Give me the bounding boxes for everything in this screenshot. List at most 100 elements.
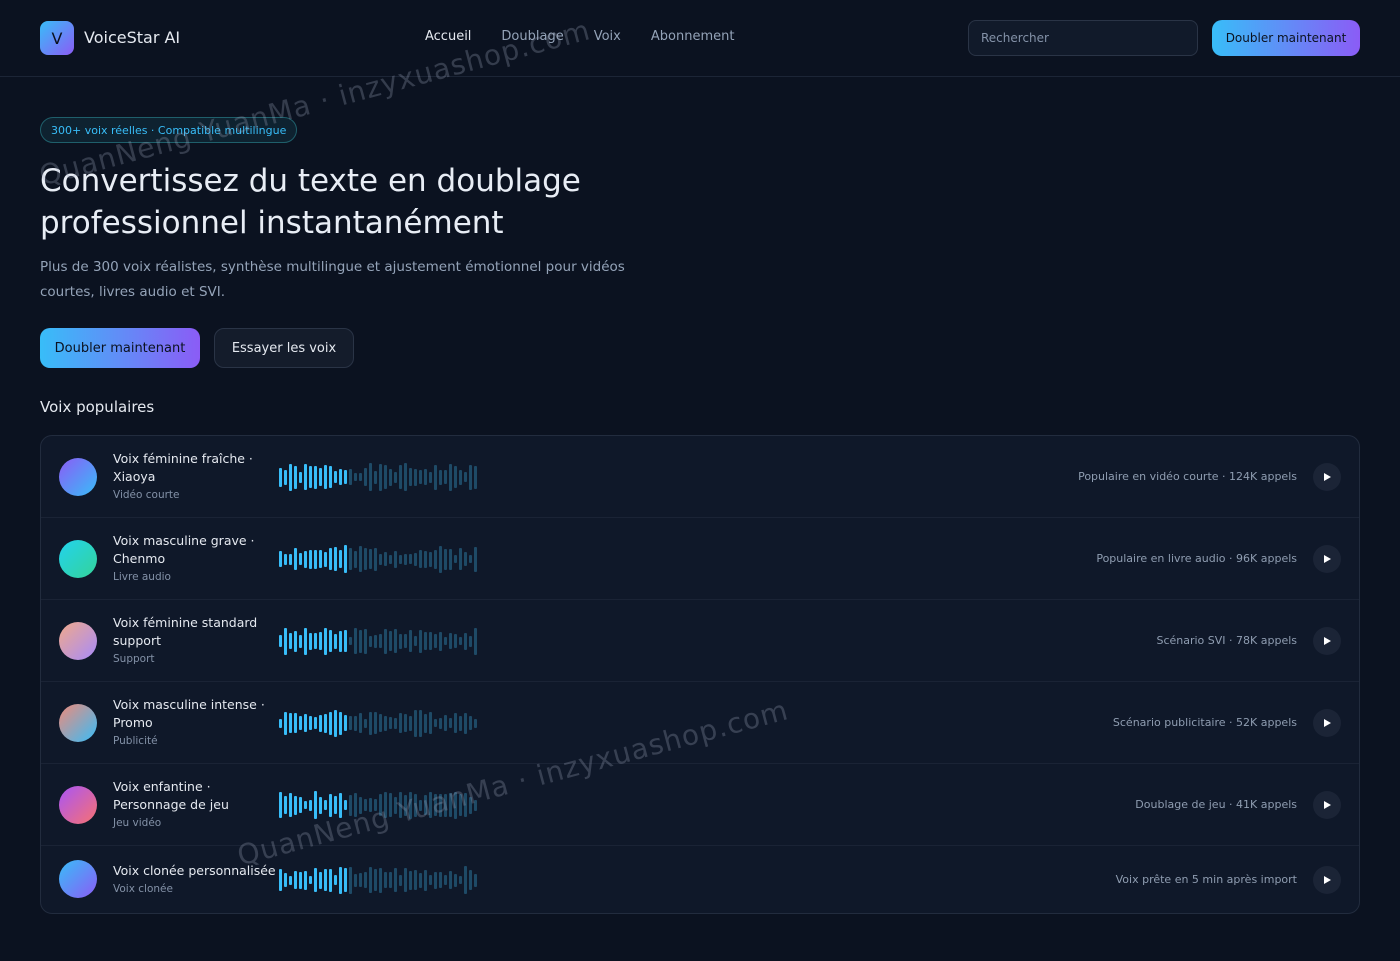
- waveform-bar: [319, 468, 322, 486]
- waveform-bar: [424, 713, 427, 733]
- waveform-bar: [429, 551, 432, 567]
- waveform-bar: [459, 876, 462, 884]
- play-button[interactable]: [1313, 463, 1341, 491]
- waveform-bar: [319, 714, 322, 732]
- voice-row[interactable]: Voix clonée personnalisée Voix clonée Vo…: [41, 846, 1359, 913]
- waveform-bar: [464, 793, 467, 817]
- waveform-bar: [304, 550, 307, 568]
- waveform-bar: [379, 463, 382, 491]
- waveform-bar: [429, 471, 432, 483]
- play-button[interactable]: [1313, 627, 1341, 655]
- waveform-bar: [404, 868, 407, 892]
- waveform-bar: [314, 465, 317, 489]
- waveform-bar: [374, 634, 377, 648]
- waveform-bar: [444, 637, 447, 645]
- logo-icon[interactable]: V: [40, 21, 74, 55]
- waveform-bar: [404, 553, 407, 565]
- waveform-bar: [389, 717, 392, 729]
- waveform-bar: [444, 548, 447, 570]
- waveform-bar: [389, 631, 392, 651]
- waveform-bar: [364, 468, 367, 486]
- voice-name: Voix enfantine · Personnage de jeu: [113, 779, 229, 812]
- waveform-bar: [349, 794, 352, 816]
- waveform-bar: [309, 632, 312, 650]
- waveform-bar: [439, 545, 442, 573]
- waveform-bar: [444, 793, 447, 817]
- waveform-bar: [464, 632, 467, 650]
- waveform-bar: [334, 633, 337, 649]
- waveform-bar: [419, 872, 422, 888]
- brand-name[interactable]: VoiceStar AI: [84, 28, 180, 47]
- waveform-bar: [404, 634, 407, 648]
- waveform-bar: [424, 469, 427, 485]
- waveform-bar: [294, 713, 297, 733]
- waveform-bar: [329, 711, 332, 735]
- nav-accueil[interactable]: Accueil: [425, 29, 471, 44]
- try-voices-button[interactable]: Essayer les voix: [214, 328, 354, 368]
- waveform-bar: [344, 630, 347, 652]
- waveform-bar: [289, 713, 292, 733]
- voice-row[interactable]: Voix masculine grave · Chenmo Livre audi…: [41, 518, 1359, 600]
- hero-subtitle: Plus de 300 voix réalistes, synthèse mul…: [40, 259, 625, 300]
- waveform-bar: [409, 630, 412, 652]
- waveform-bar: [289, 553, 292, 565]
- waveform-bar: [414, 468, 417, 486]
- waveform-bar: [424, 869, 427, 891]
- waveform-bar: [349, 637, 352, 645]
- waveform-bar: [384, 465, 387, 489]
- waveform-bar: [434, 719, 437, 727]
- voice-meta: Scénario publicitaire · 52K appels: [1112, 716, 1297, 729]
- waveform-bar: [309, 549, 312, 569]
- voice-name: Voix clonée personnalisée: [113, 863, 276, 878]
- waveform-bar: [354, 873, 357, 887]
- waveform-bar: [299, 553, 302, 565]
- play-icon: [1324, 637, 1331, 645]
- play-button[interactable]: [1313, 866, 1341, 894]
- waveform-bar: [379, 867, 382, 893]
- waveform-bar: [419, 550, 422, 568]
- waveform-bar: [299, 471, 302, 483]
- waveform-bar: [464, 472, 467, 482]
- nav-doublage[interactable]: Doublage: [501, 29, 563, 44]
- waveform-bar: [359, 629, 362, 653]
- play-button[interactable]: [1313, 545, 1341, 573]
- voice-avatar: [59, 540, 97, 578]
- waveform-bar: [314, 633, 317, 649]
- waveform-bar: [284, 553, 287, 565]
- popular-voices-title: Voix populaires: [40, 398, 155, 416]
- waveform-bar: [329, 868, 332, 892]
- waveform-bar: [324, 627, 327, 655]
- waveform-bar: [419, 799, 422, 811]
- play-button[interactable]: [1313, 709, 1341, 737]
- waveform-bar: [374, 799, 377, 811]
- waveform-bar: [279, 635, 282, 647]
- waveform-bar: [424, 795, 427, 815]
- voice-row[interactable]: Voix masculine intense · Promo Publicité…: [41, 682, 1359, 764]
- waveform-bar: [324, 465, 327, 489]
- play-button[interactable]: [1313, 791, 1341, 819]
- voice-row[interactable]: Voix féminine fraîche · Xiaoya Vidéo cou…: [41, 436, 1359, 518]
- waveform-bar: [294, 548, 297, 570]
- waveform-bar: [344, 800, 347, 810]
- waveform-bar: [394, 550, 397, 568]
- waveform-bar: [309, 466, 312, 488]
- nav-abonnement[interactable]: Abonnement: [651, 29, 735, 44]
- waveform-bar: [399, 874, 402, 886]
- header-dub-now-button[interactable]: Doubler maintenant: [1212, 20, 1360, 56]
- waveform-bar: [369, 549, 372, 569]
- waveform-bar: [474, 799, 477, 811]
- waveform-bar: [444, 875, 447, 885]
- waveform-bar: [379, 794, 382, 816]
- waveform-bar: [339, 630, 342, 652]
- search-input[interactable]: [968, 20, 1198, 56]
- waveform-bar: [449, 548, 452, 570]
- waveform-bar: [429, 712, 432, 734]
- voice-row[interactable]: Voix enfantine · Personnage de jeu Jeu v…: [41, 764, 1359, 846]
- voice-row[interactable]: Voix féminine standard support Support S…: [41, 600, 1359, 682]
- nav-voix[interactable]: Voix: [594, 29, 621, 44]
- waveform-bar: [419, 709, 422, 737]
- waveform-bar: [434, 634, 437, 648]
- waveform-bar: [409, 468, 412, 486]
- hero-dub-now-button[interactable]: Doubler maintenant: [40, 328, 200, 368]
- waveform-bar: [334, 547, 337, 571]
